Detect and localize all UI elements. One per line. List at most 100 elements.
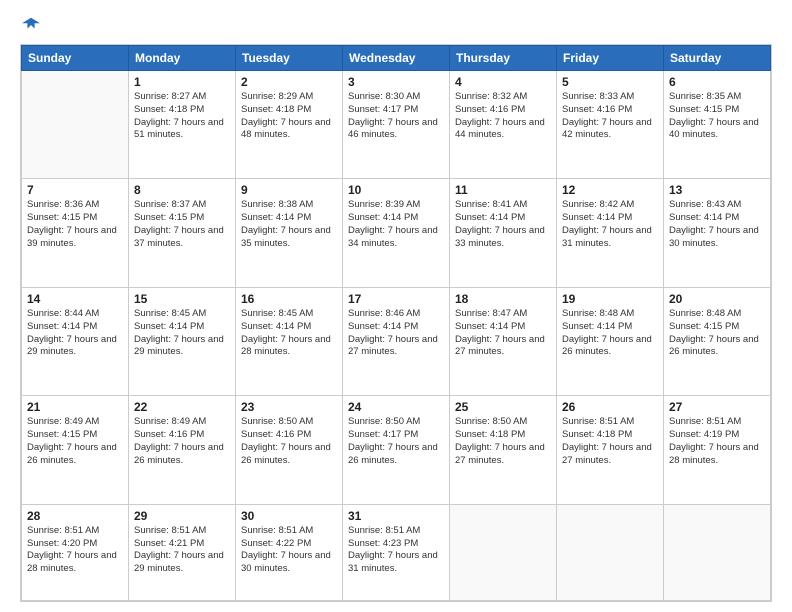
cell-info: Sunrise: 8:50 AMSunset: 4:16 PMDaylight:… [241, 416, 337, 467]
day-number: 3 [348, 75, 444, 89]
day-number: 9 [241, 183, 337, 197]
day-number: 6 [669, 75, 765, 89]
day-header-wednesday: Wednesday [343, 46, 450, 71]
cell-info: Sunrise: 8:48 AMSunset: 4:15 PMDaylight:… [669, 308, 765, 359]
header [20, 16, 772, 34]
day-number: 17 [348, 292, 444, 306]
calendar-table: SundayMondayTuesdayWednesdayThursdayFrid… [21, 45, 771, 601]
cell-info: Sunrise: 8:49 AMSunset: 4:15 PMDaylight:… [27, 416, 123, 467]
cal-cell-4-3: 23 Sunrise: 8:50 AMSunset: 4:16 PMDayligh… [236, 396, 343, 504]
cal-cell-1-2: 1Sunrise: 8:27 AMSunset: 4:18 PMDaylight… [129, 71, 236, 179]
day-header-saturday: Saturday [664, 46, 771, 71]
day-number: 12 [562, 183, 658, 197]
header-row: SundayMondayTuesdayWednesdayThursdayFrid… [22, 46, 771, 71]
day-number: 30 [241, 509, 337, 523]
cal-cell-2-5: 11Sunrise: 8:41 AMSunset: 4:14 PMDayligh… [450, 179, 557, 287]
cal-cell-5-2: 29 Sunrise: 8:51 AMSunset: 4:21 PMDayligh… [129, 504, 236, 600]
day-header-monday: Monday [129, 46, 236, 71]
cell-info: Sunrise: 8:36 AMSunset: 4:15 PMDaylight:… [27, 199, 123, 250]
cell-info: Sunrise: 8:48 AMSunset: 4:14 PMDaylight:… [562, 308, 658, 359]
cal-cell-5-7 [664, 504, 771, 600]
day-number: 27 [669, 400, 765, 414]
cell-info: Sunrise: 8:37 AMSunset: 4:15 PMDaylight:… [134, 199, 230, 250]
cell-info: Sunrise: 8:45 AMSunset: 4:14 PMDaylight:… [134, 308, 230, 359]
cell-info: Sunrise: 8:44 AMSunset: 4:14 PMDaylight:… [27, 308, 123, 359]
week-row-5: 28 Sunrise: 8:51 AMSunset: 4:20 PMDayligh… [22, 504, 771, 600]
week-row-3: 14 Sunrise: 8:44 AMSunset: 4:14 PMDayligh… [22, 287, 771, 395]
cal-cell-1-6: 5Sunrise: 8:33 AMSunset: 4:16 PMDaylight… [557, 71, 664, 179]
day-number: 5 [562, 75, 658, 89]
cal-cell-2-7: 13 Sunrise: 8:43 AMSunset: 4:14 PMDayligh… [664, 179, 771, 287]
cal-cell-4-5: 25Sunrise: 8:50 AMSunset: 4:18 PMDayligh… [450, 396, 557, 504]
day-header-tuesday: Tuesday [236, 46, 343, 71]
page: SundayMondayTuesdayWednesdayThursdayFrid… [0, 0, 792, 612]
cal-cell-5-1: 28 Sunrise: 8:51 AMSunset: 4:20 PMDayligh… [22, 504, 129, 600]
cal-cell-2-6: 12 Sunrise: 8:42 AMSunset: 4:14 PMDayligh… [557, 179, 664, 287]
cal-cell-2-1: 7 Sunrise: 8:36 AMSunset: 4:15 PMDaylight… [22, 179, 129, 287]
cell-info: Sunrise: 8:45 AMSunset: 4:14 PMDaylight:… [241, 308, 337, 359]
cell-info: Sunrise: 8:47 AMSunset: 4:14 PMDaylight:… [455, 308, 551, 359]
day-number: 4 [455, 75, 551, 89]
cal-cell-1-4: 3Sunrise: 8:30 AMSunset: 4:17 PMDaylight… [343, 71, 450, 179]
cell-info: Sunrise: 8:43 AMSunset: 4:14 PMDaylight:… [669, 199, 765, 250]
day-number: 13 [669, 183, 765, 197]
cell-info: Sunrise: 8:50 AMSunset: 4:18 PMDaylight:… [455, 416, 551, 467]
cal-cell-1-1 [22, 71, 129, 179]
cal-cell-1-3: 2 Sunrise: 8:29 AMSunset: 4:18 PMDaylight… [236, 71, 343, 179]
cell-info: Sunrise: 8:29 AMSunset: 4:18 PMDaylight:… [241, 91, 337, 142]
cal-cell-3-7: 20 Sunrise: 8:48 AMSunset: 4:15 PMDayligh… [664, 287, 771, 395]
cell-info: Sunrise: 8:51 AMSunset: 4:23 PMDaylight:… [348, 525, 444, 576]
cal-cell-4-1: 21Sunrise: 8:49 AMSunset: 4:15 PMDayligh… [22, 396, 129, 504]
day-header-sunday: Sunday [22, 46, 129, 71]
cal-cell-3-4: 17 Sunrise: 8:46 AMSunset: 4:14 PMDayligh… [343, 287, 450, 395]
cal-cell-2-3: 9Sunrise: 8:38 AMSunset: 4:14 PMDaylight… [236, 179, 343, 287]
logo [20, 16, 40, 34]
day-number: 16 [241, 292, 337, 306]
cal-cell-5-3: 30Sunrise: 8:51 AMSunset: 4:22 PMDayligh… [236, 504, 343, 600]
day-number: 19 [562, 292, 658, 306]
cal-cell-5-4: 31 Sunrise: 8:51 AMSunset: 4:23 PMDayligh… [343, 504, 450, 600]
day-header-friday: Friday [557, 46, 664, 71]
cal-cell-4-7: 27 Sunrise: 8:51 AMSunset: 4:19 PMDayligh… [664, 396, 771, 504]
cal-cell-3-6: 19 Sunrise: 8:48 AMSunset: 4:14 PMDayligh… [557, 287, 664, 395]
day-number: 7 [27, 183, 123, 197]
day-number: 24 [348, 400, 444, 414]
day-number: 20 [669, 292, 765, 306]
cell-info: Sunrise: 8:35 AMSunset: 4:15 PMDaylight:… [669, 91, 765, 142]
cell-info: Sunrise: 8:51 AMSunset: 4:21 PMDaylight:… [134, 525, 230, 576]
day-number: 2 [241, 75, 337, 89]
week-row-1: 1Sunrise: 8:27 AMSunset: 4:18 PMDaylight… [22, 71, 771, 179]
cal-cell-2-4: 10 Sunrise: 8:39 AMSunset: 4:14 PMDayligh… [343, 179, 450, 287]
day-number: 18 [455, 292, 551, 306]
cal-cell-5-6 [557, 504, 664, 600]
cell-info: Sunrise: 8:51 AMSunset: 4:19 PMDaylight:… [669, 416, 765, 467]
cell-info: Sunrise: 8:46 AMSunset: 4:14 PMDaylight:… [348, 308, 444, 359]
day-number: 22 [134, 400, 230, 414]
day-number: 26 [562, 400, 658, 414]
week-row-4: 21Sunrise: 8:49 AMSunset: 4:15 PMDayligh… [22, 396, 771, 504]
week-row-2: 7 Sunrise: 8:36 AMSunset: 4:15 PMDaylight… [22, 179, 771, 287]
cell-info: Sunrise: 8:42 AMSunset: 4:14 PMDaylight:… [562, 199, 658, 250]
cell-info: Sunrise: 8:41 AMSunset: 4:14 PMDaylight:… [455, 199, 551, 250]
day-number: 8 [134, 183, 230, 197]
cell-info: Sunrise: 8:51 AMSunset: 4:18 PMDaylight:… [562, 416, 658, 467]
cell-info: Sunrise: 8:49 AMSunset: 4:16 PMDaylight:… [134, 416, 230, 467]
cal-cell-2-2: 8 Sunrise: 8:37 AMSunset: 4:15 PMDaylight… [129, 179, 236, 287]
cal-cell-5-5 [450, 504, 557, 600]
day-number: 10 [348, 183, 444, 197]
cell-info: Sunrise: 8:51 AMSunset: 4:20 PMDaylight:… [27, 525, 123, 576]
day-number: 28 [27, 509, 123, 523]
cal-cell-3-3: 16 Sunrise: 8:45 AMSunset: 4:14 PMDayligh… [236, 287, 343, 395]
day-number: 29 [134, 509, 230, 523]
day-number: 14 [27, 292, 123, 306]
cell-info: Sunrise: 8:50 AMSunset: 4:17 PMDaylight:… [348, 416, 444, 467]
cal-cell-3-1: 14 Sunrise: 8:44 AMSunset: 4:14 PMDayligh… [22, 287, 129, 395]
cell-info: Sunrise: 8:32 AMSunset: 4:16 PMDaylight:… [455, 91, 551, 142]
cal-cell-4-4: 24 Sunrise: 8:50 AMSunset: 4:17 PMDayligh… [343, 396, 450, 504]
day-number: 23 [241, 400, 337, 414]
cal-cell-4-2: 22 Sunrise: 8:49 AMSunset: 4:16 PMDayligh… [129, 396, 236, 504]
day-number: 31 [348, 509, 444, 523]
cell-info: Sunrise: 8:39 AMSunset: 4:14 PMDaylight:… [348, 199, 444, 250]
calendar: SundayMondayTuesdayWednesdayThursdayFrid… [20, 44, 772, 602]
day-header-thursday: Thursday [450, 46, 557, 71]
